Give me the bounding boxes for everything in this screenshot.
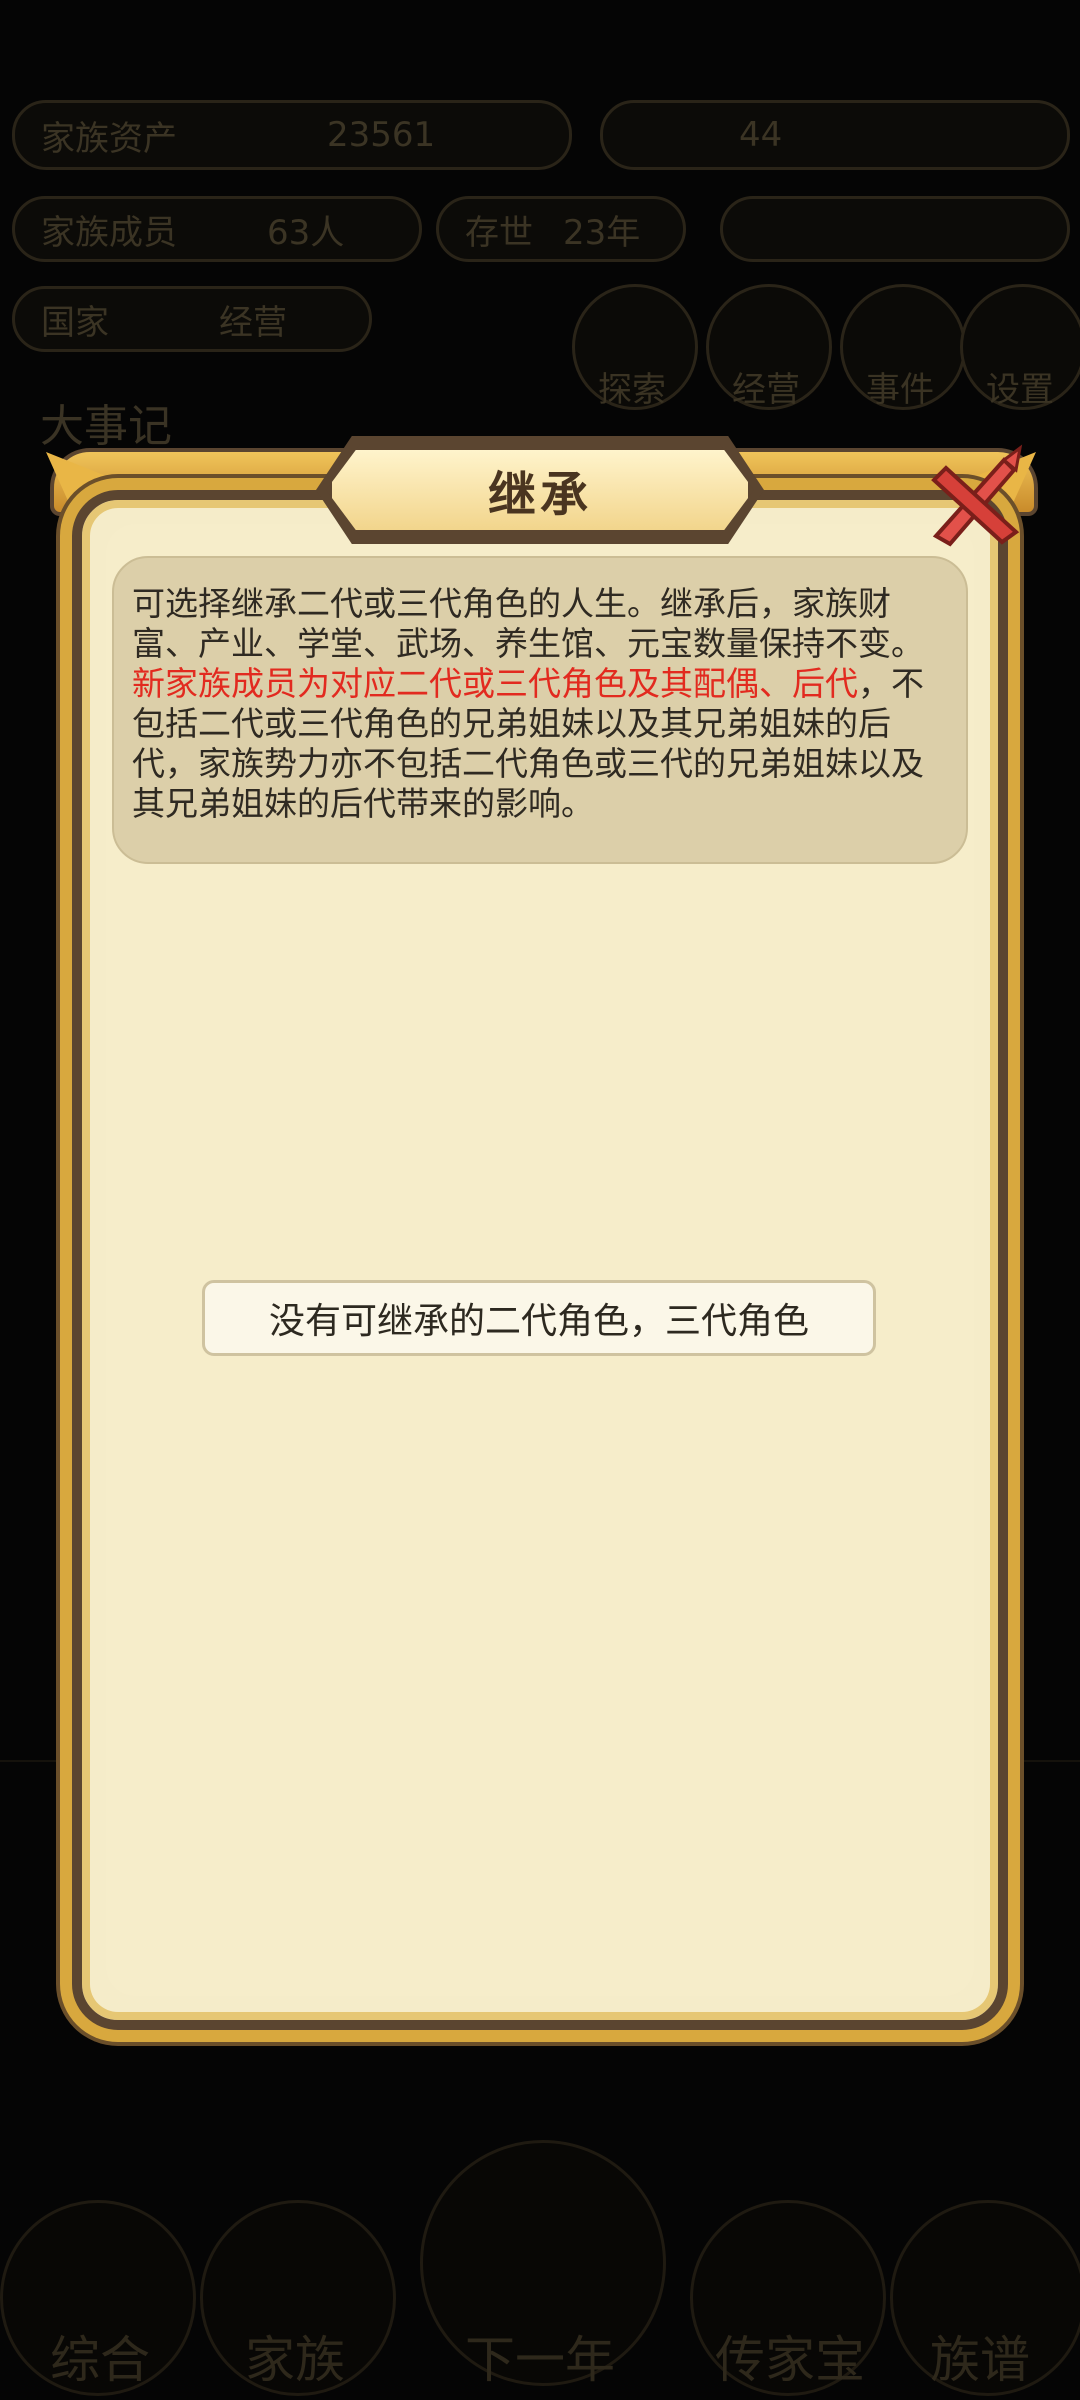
info-text-part1: 可选择继承二代或三代角色的人生。继承后，家族财富、产业、学堂、武场、养生馆、元宝… <box>132 584 924 663</box>
country-value: 经营 <box>219 302 287 343</box>
manage-label: 经营 <box>732 370 800 410</box>
family-assets-value: 23561 <box>327 115 436 155</box>
currency-value: 44 <box>739 115 783 155</box>
inheritance-info-box: 可选择继承二代或三代角色的人生。继承后，家族财富、产业、学堂、武场、养生馆、元宝… <box>112 556 968 864</box>
family-members-value: 63人 <box>267 212 345 253</box>
country-label: 国家 <box>41 302 109 343</box>
event-log-title: 大事记 <box>40 401 172 452</box>
nav-heirloom-label: 传家宝 <box>715 2331 865 2389</box>
existence-label: 存世 <box>465 212 533 253</box>
nav-general-label: 综合 <box>50 2331 150 2389</box>
empty-heir-text: 没有可继承的二代角色，三代角色 <box>268 1301 809 1342</box>
title-plate: 继承 <box>326 444 754 536</box>
family-assets-pill: 家族资产 23561 <box>12 100 572 170</box>
dialog-title: 继承 <box>487 467 592 523</box>
info-text-highlight: 新家族成员为对应二代或三代角色及其配偶、后代 <box>132 664 858 703</box>
currency-pill: 44 <box>600 100 1070 170</box>
family-members-pill: 家族成员 63人 <box>12 196 422 262</box>
existence-value: 23年 <box>563 212 641 253</box>
nav-genealogy-label: 族谱 <box>930 2331 1030 2389</box>
settings-label: 设置 <box>986 370 1054 410</box>
nav-family-label: 家族 <box>245 2331 345 2389</box>
nav-next-year-label: 下一年 <box>465 2331 615 2389</box>
family-assets-label: 家族资产 <box>41 118 177 159</box>
country-pill: 国家 经营 <box>12 286 372 352</box>
empty-heir-message: 没有可继承的二代角色，三代角色 <box>202 1280 876 1356</box>
resource-pill <box>720 196 1070 262</box>
close-icon <box>931 444 1023 547</box>
explore-label: 探索 <box>598 370 666 410</box>
close-button[interactable] <box>916 440 1036 560</box>
event-label: 事件 <box>866 370 934 410</box>
family-members-label: 家族成员 <box>41 212 177 253</box>
existence-pill: 存世 23年 <box>436 196 686 262</box>
